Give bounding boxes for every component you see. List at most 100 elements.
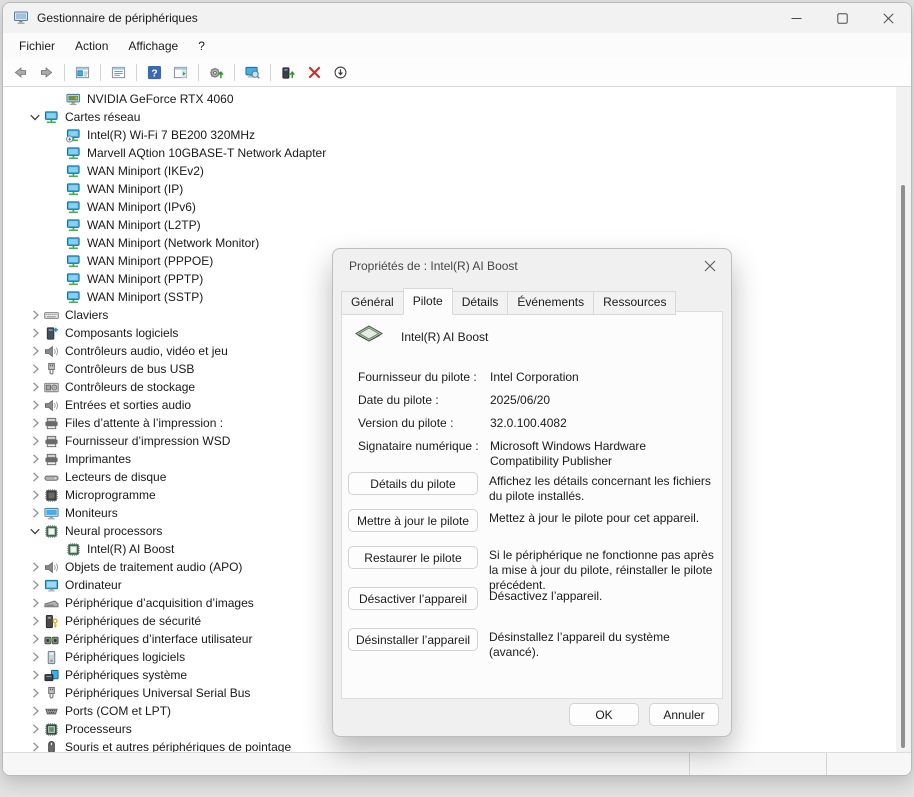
chevron-right-icon[interactable] <box>27 489 43 501</box>
monitor-icon <box>43 505 59 521</box>
chevron-down-icon[interactable] <box>27 526 43 537</box>
chevron-right-icon[interactable] <box>27 345 43 357</box>
tree-item[interactable]: WAN Miniport (IPv6) <box>3 198 896 216</box>
field-value: 2025/06/20 <box>490 393 712 408</box>
chevron-right-icon[interactable] <box>27 381 43 393</box>
menu-item-action[interactable]: Action <box>65 35 118 57</box>
scrollbar-thumb[interactable] <box>901 185 905 748</box>
forward-button[interactable] <box>34 61 59 84</box>
firmware-icon <box>43 487 59 503</box>
tree-item[interactable]: NVIDIA GeForce RTX 4060 <box>3 90 896 108</box>
audio-controller-icon <box>43 343 59 359</box>
disable-device-button[interactable] <box>328 61 353 84</box>
driver-actions: Détails du piloteAffichez les détails co… <box>348 472 716 687</box>
chevron-right-icon[interactable] <box>27 507 43 519</box>
update-driver-button[interactable] <box>204 61 229 84</box>
chevron-right-icon[interactable] <box>27 453 43 465</box>
chevron-right-icon[interactable] <box>27 309 43 321</box>
dialog-close-button[interactable] <box>702 258 718 274</box>
tab-evenements[interactable]: Événements <box>507 291 594 315</box>
chevron-right-icon[interactable] <box>27 597 43 609</box>
menu-item-aide[interactable]: ? <box>188 35 215 57</box>
mettre-a-jour-le-pilote-button[interactable]: Mettre à jour le pilote <box>348 509 478 532</box>
chevron-right-icon[interactable] <box>27 579 43 591</box>
action-description: Désinstallez l’appareil du système (avan… <box>489 628 716 660</box>
tree-item-label: Microprogramme <box>65 488 160 502</box>
chevron-right-icon[interactable] <box>27 435 43 447</box>
tree-item-label: Intel(R) Wi-Fi 7 BE200 320MHz <box>87 128 259 142</box>
chevron-right-icon[interactable] <box>27 705 43 717</box>
maximize-button[interactable] <box>819 3 865 33</box>
tree-item[interactable]: Souris et autres périphériques de pointa… <box>3 738 896 752</box>
network-adapter-icon <box>65 271 81 287</box>
audio-controller-icon <box>43 397 59 413</box>
desactiver-appareil-button[interactable]: Désactiver l’appareil <box>348 587 478 610</box>
remove-device-button[interactable] <box>302 61 327 84</box>
chevron-right-icon[interactable] <box>27 741 43 752</box>
disable-device-icon <box>333 65 349 81</box>
tree-item-label: Périphériques système <box>65 668 191 682</box>
chevron-right-icon[interactable] <box>27 327 43 339</box>
uninstall-device-button[interactable] <box>276 61 301 84</box>
toolbar-separator <box>270 64 271 81</box>
vertical-scrollbar[interactable] <box>896 87 911 752</box>
tree-item-label: WAN Miniport (PPPOE) <box>87 254 217 268</box>
toolbar-separator <box>64 64 65 81</box>
tree-item[interactable]: Marvell AQtion 10GBASE-T Network Adapter <box>3 144 896 162</box>
device-name: Intel(R) AI Boost <box>401 330 488 344</box>
chevron-right-icon[interactable] <box>27 561 43 573</box>
tree-item-label: Imprimantes <box>65 452 135 466</box>
chevron-down-icon[interactable] <box>27 112 43 123</box>
cancel-button[interactable]: Annuler <box>649 703 719 726</box>
menu-item-affichage[interactable]: Affichage <box>118 35 188 57</box>
menu-item-fichier[interactable]: Fichier <box>9 35 65 57</box>
tree-item-label: Périphérique d’acquisition d’images <box>65 596 258 610</box>
chevron-right-icon[interactable] <box>27 417 43 429</box>
tree-item[interactable]: Cartes réseau <box>3 108 896 126</box>
field-value: Microsoft Windows Hardware Compatibility… <box>490 439 712 469</box>
console-tree-button[interactable] <box>70 61 95 84</box>
properties-icon <box>111 65 127 81</box>
tab-ressources[interactable]: Ressources <box>593 291 676 315</box>
chevron-right-icon[interactable] <box>27 633 43 645</box>
details-du-pilote-button[interactable]: Détails du pilote <box>348 472 478 495</box>
desinstaller-appareil-button[interactable]: Désinstaller l’appareil <box>348 628 478 651</box>
tree-item-label: Files d’attente à l’impression : <box>65 416 227 430</box>
chevron-right-icon[interactable] <box>27 651 43 663</box>
tab-general[interactable]: Général <box>341 291 404 315</box>
chevron-right-icon[interactable] <box>27 723 43 735</box>
chevron-right-icon[interactable] <box>27 615 43 627</box>
tree-item-label: Composants logiciels <box>65 326 182 340</box>
chevron-right-icon[interactable] <box>27 687 43 699</box>
tree-item-label: Moniteurs <box>65 506 122 520</box>
toolbar: ? <box>3 59 911 87</box>
tab-pilote[interactable]: Pilote <box>403 288 453 315</box>
tree-item[interactable]: Intel(R) Wi-Fi 7 BE200 320MHz <box>3 126 896 144</box>
tree-item-label: WAN Miniport (PPTP) <box>87 272 207 286</box>
back-button[interactable] <box>8 61 33 84</box>
restaurer-le-pilote-button[interactable]: Restaurer le pilote <box>348 546 478 569</box>
properties-button[interactable] <box>106 61 131 84</box>
usb-icon <box>43 685 59 701</box>
chevron-right-icon[interactable] <box>27 669 43 681</box>
software-component-icon <box>43 325 59 341</box>
tree-item-label: WAN Miniport (L2TP) <box>87 218 205 232</box>
action-pane-button[interactable] <box>168 61 193 84</box>
dialog-footer: OK Annuler <box>569 703 719 726</box>
scan-hardware-button[interactable] <box>240 61 265 84</box>
chevron-right-icon[interactable] <box>27 363 43 375</box>
toolbar-separator <box>100 64 101 81</box>
audio-controller-icon <box>43 559 59 575</box>
minimize-button[interactable] <box>773 3 819 33</box>
chevron-right-icon[interactable] <box>27 471 43 483</box>
ok-button[interactable]: OK <box>569 703 639 726</box>
tree-item[interactable]: WAN Miniport (IP) <box>3 180 896 198</box>
close-button[interactable] <box>865 3 911 33</box>
tab-details[interactable]: Détails <box>452 291 509 315</box>
help-button[interactable]: ? <box>142 61 167 84</box>
tree-item[interactable]: WAN Miniport (L2TP) <box>3 216 896 234</box>
chevron-right-icon[interactable] <box>27 399 43 411</box>
driver-action-row: Restaurer le piloteSi le périphérique ne… <box>348 546 716 593</box>
tree-item[interactable]: WAN Miniport (IKEv2) <box>3 162 896 180</box>
tree-item-label: WAN Miniport (IPv6) <box>87 200 200 214</box>
